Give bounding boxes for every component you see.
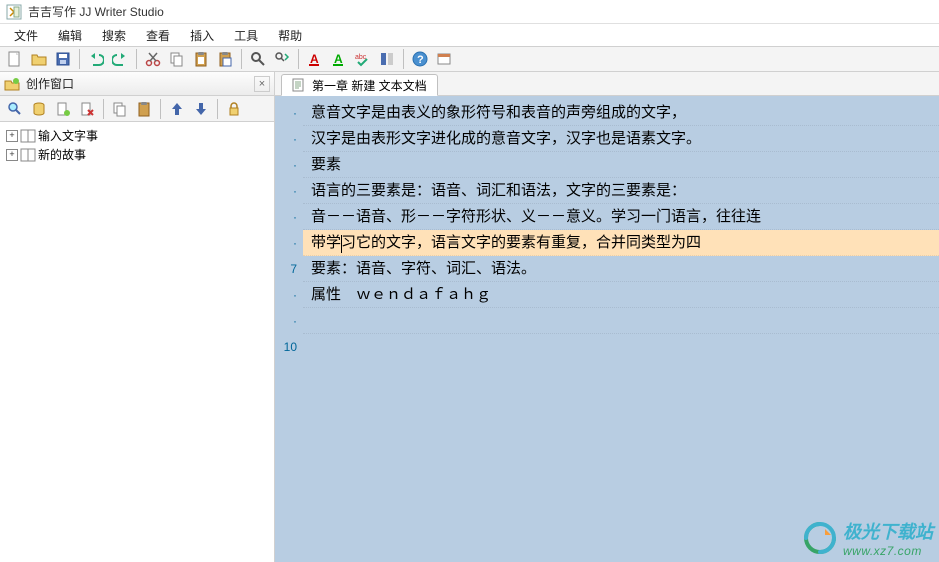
svg-text:A: A: [334, 52, 343, 66]
editor-line[interactable]: 带学习它的文字，语言文字的要素有重复，合并同类型为四: [303, 230, 939, 256]
panel-header: 创作窗口 ×: [0, 72, 274, 96]
document-tab[interactable]: 第一章 新建 文本文档: [281, 74, 438, 96]
tree-expand-icon[interactable]: +: [6, 130, 18, 142]
undo-button[interactable]: [85, 48, 107, 70]
move-up-button[interactable]: [166, 98, 188, 120]
separator: [79, 49, 80, 69]
paste-special-button[interactable]: [214, 48, 236, 70]
gutter-mark: ·: [275, 308, 297, 334]
sidebar: 创作窗口 × + 输入文字事 + 新的: [0, 72, 275, 562]
redo-button[interactable]: [109, 48, 131, 70]
watermark: 极光下载站 www.xz7.com: [803, 518, 933, 558]
editor-line[interactable]: 语言的三要素是：语音、词汇和语法，文字的三要素是：: [303, 178, 939, 204]
separator: [136, 49, 137, 69]
document-icon: [292, 78, 306, 92]
move-down-button[interactable]: [190, 98, 212, 120]
editor-line[interactable]: [303, 308, 939, 334]
panel-paste-button[interactable]: [133, 98, 155, 120]
editor-line[interactable]: 要素: [303, 152, 939, 178]
menubar: 文件 编辑 搜索 查看 插入 工具 帮助: [0, 24, 939, 46]
text-lines[interactable]: 意音文字是由表义的象形符号和表音的声旁组成的文字，汉字是由表形文字进化成的意音文…: [303, 96, 939, 562]
menu-view[interactable]: 查看: [136, 25, 180, 46]
tree-item[interactable]: + 输入文字事: [2, 126, 272, 145]
tree-label: 输入文字事: [38, 127, 98, 144]
font-color-red-button[interactable]: A: [304, 48, 326, 70]
app-icon: [6, 4, 22, 20]
lock-button[interactable]: [223, 98, 245, 120]
paste-button[interactable]: [190, 48, 212, 70]
editor-line[interactable]: 音－－语音、形－－字符形状、义－－意义。学习一门语言，往往连: [303, 204, 939, 230]
panel-close-button[interactable]: ×: [254, 76, 270, 92]
editor-line[interactable]: 意音文字是由表义的象形符号和表音的声旁组成的文字，: [303, 100, 939, 126]
gutter-mark: ·: [275, 100, 297, 126]
font-color-green-button[interactable]: A: [328, 48, 350, 70]
find-button[interactable]: [247, 48, 269, 70]
replace-button[interactable]: [271, 48, 293, 70]
main-toolbar: A A abc ?: [0, 46, 939, 72]
menu-edit[interactable]: 编辑: [48, 25, 92, 46]
open-button[interactable]: [28, 48, 50, 70]
watermark-logo-icon: [803, 521, 837, 555]
db-button[interactable]: [28, 98, 50, 120]
gutter-line-number: 10: [275, 334, 297, 360]
app-title: 吉吉写作 JJ Writer Studio: [28, 3, 164, 20]
spellcheck-button[interactable]: abc: [352, 48, 374, 70]
gutter-mark: ·: [275, 152, 297, 178]
new-button[interactable]: [4, 48, 26, 70]
menu-help[interactable]: 帮助: [268, 25, 312, 46]
tree-item[interactable]: + 新的故事: [2, 145, 272, 164]
attach-button[interactable]: [52, 98, 74, 120]
menu-tools[interactable]: 工具: [224, 25, 268, 46]
help-button[interactable]: ?: [409, 48, 431, 70]
tabstrip: 第一章 新建 文本文档: [275, 72, 939, 96]
menu-insert[interactable]: 插入: [180, 25, 224, 46]
gutter-mark: ·: [275, 230, 297, 256]
svg-text:?: ?: [417, 54, 424, 66]
tab-label: 第一章 新建 文本文档: [312, 77, 427, 94]
watermark-url: www.xz7.com: [843, 544, 933, 558]
separator: [160, 99, 161, 119]
caret: [341, 235, 342, 253]
menu-search[interactable]: 搜索: [92, 25, 136, 46]
delete-button[interactable]: [76, 98, 98, 120]
panel-icon: [4, 76, 20, 92]
panel-copy-button[interactable]: [109, 98, 131, 120]
copy-button[interactable]: [166, 48, 188, 70]
panel-title: 创作窗口: [26, 75, 248, 92]
save-button[interactable]: [52, 48, 74, 70]
separator: [241, 49, 242, 69]
editor[interactable]: · · · · · · 7 · · 10 意音文字是由表义的象形符号和表音的声旁…: [275, 96, 939, 562]
editor-area: 第一章 新建 文本文档 · · · · · · 7 · · 10 意音文字是由表…: [275, 72, 939, 562]
editor-line[interactable]: 汉字是由表形文字进化成的意音文字，汉字也是语素文字。: [303, 126, 939, 152]
separator: [103, 99, 104, 119]
gutter-mark: ·: [275, 126, 297, 152]
separator: [298, 49, 299, 69]
find-blue-button[interactable]: [4, 98, 26, 120]
gutter-mark: ·: [275, 204, 297, 230]
toggle-button[interactable]: [376, 48, 398, 70]
tree-expand-icon[interactable]: +: [6, 149, 18, 161]
gutter-line-number: 7: [275, 256, 297, 282]
gutter-mark: ·: [275, 282, 297, 308]
book-icon: [20, 148, 36, 162]
svg-text:A: A: [310, 52, 319, 66]
tree: + 输入文字事 + 新的故事: [0, 122, 274, 168]
book-icon: [20, 129, 36, 143]
separator: [403, 49, 404, 69]
watermark-text: 极光下载站: [843, 522, 933, 542]
gutter: · · · · · · 7 · · 10: [275, 96, 303, 562]
cut-button[interactable]: [142, 48, 164, 70]
gutter-mark: ·: [275, 178, 297, 204]
separator: [217, 99, 218, 119]
editor-line[interactable]: 属性 ｗｅｎｄａｆａｈｇ: [303, 282, 939, 308]
panel-toolbar: [0, 96, 274, 122]
editor-line[interactable]: 要素：语音、字符、词汇、语法。: [303, 256, 939, 282]
titlebar: 吉吉写作 JJ Writer Studio: [0, 0, 939, 24]
menu-file[interactable]: 文件: [4, 25, 48, 46]
tree-label: 新的故事: [38, 146, 86, 163]
window-button[interactable]: [433, 48, 455, 70]
